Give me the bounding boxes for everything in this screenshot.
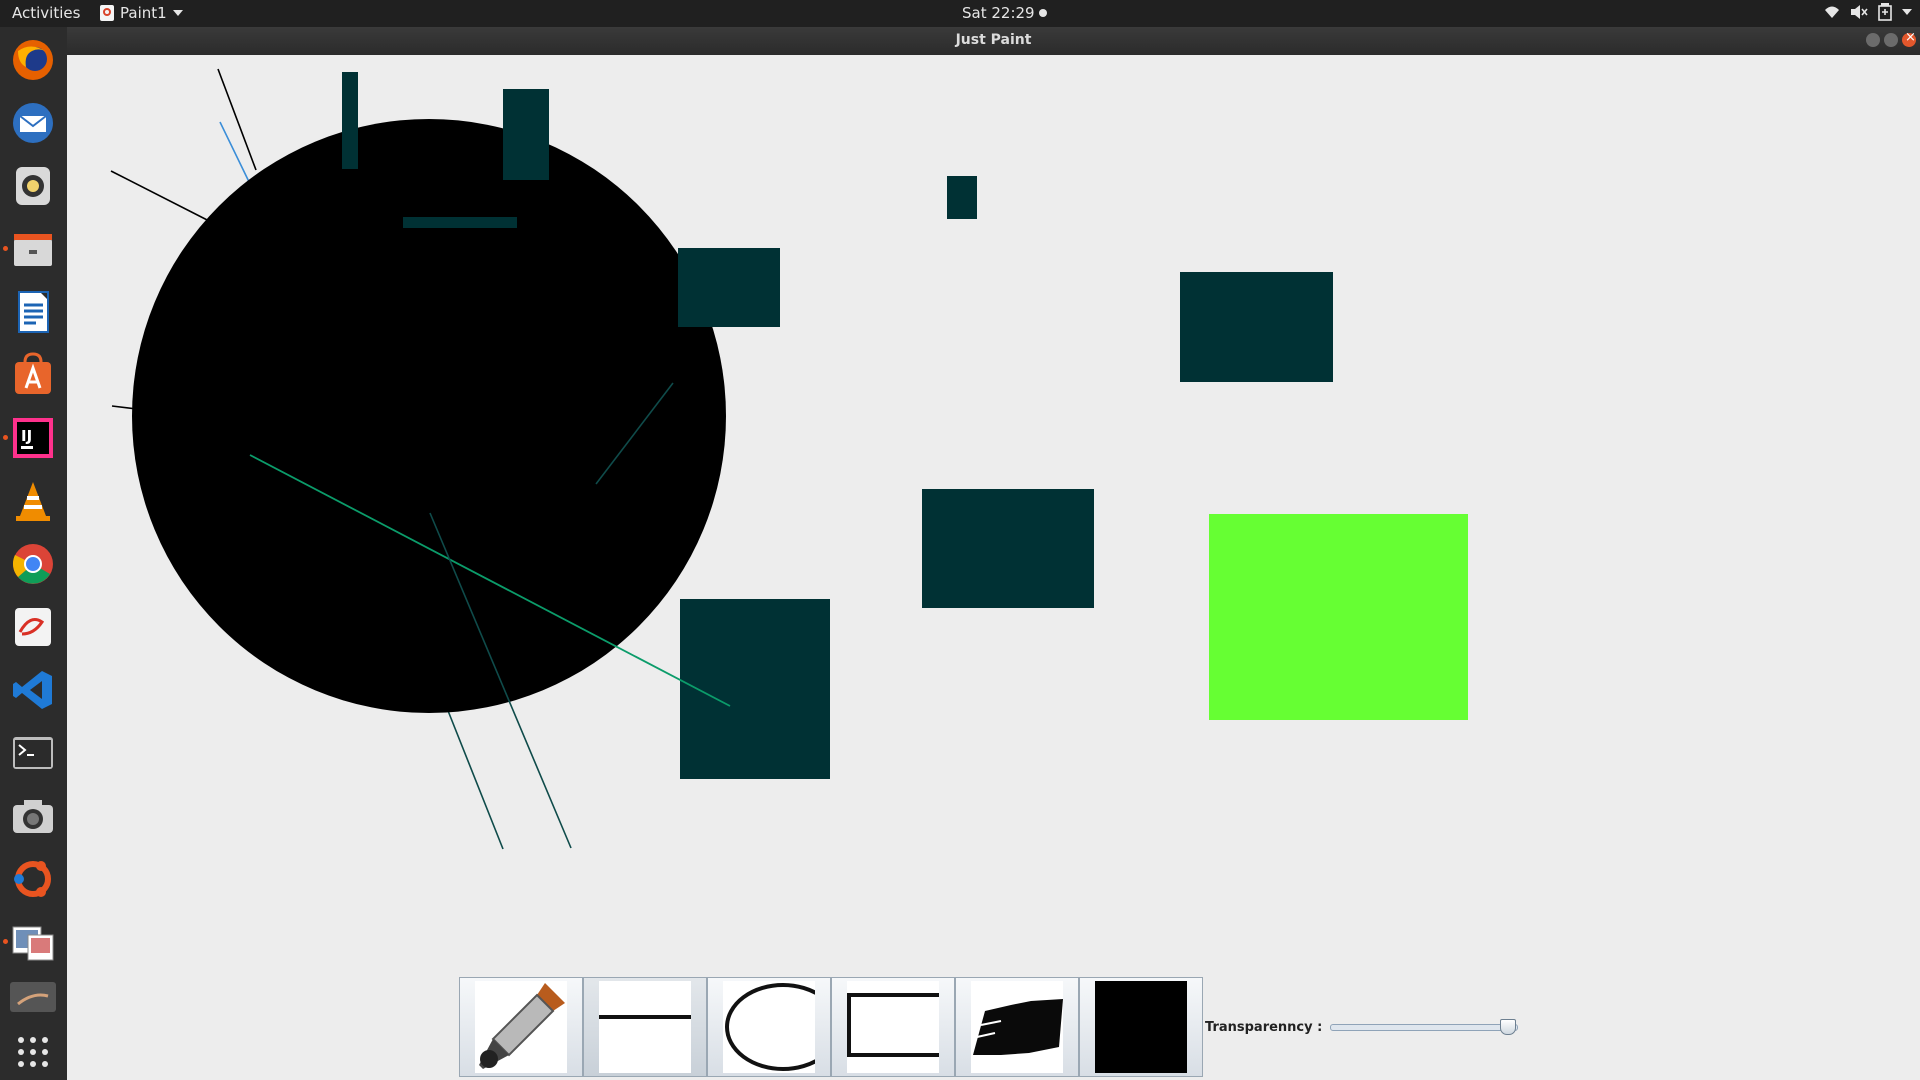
drawn-rectangle — [678, 248, 780, 327]
window-title-bar[interactable]: Just Paint — [67, 27, 1920, 55]
battery-icon[interactable] — [1878, 3, 1892, 21]
drawn-rectangle — [342, 72, 358, 169]
canvas-drawing — [110, 68, 1468, 850]
transparency-slider[interactable] — [1330, 1017, 1520, 1037]
maximize-button[interactable] — [1884, 33, 1898, 47]
drawn-rectangle — [680, 599, 830, 779]
pen-tool-button[interactable] — [459, 977, 583, 1077]
top-bar: Activities Paint1 Sat 22:29 — [0, 0, 1920, 27]
evince-icon[interactable] — [10, 604, 56, 650]
rectangle-tool-button[interactable] — [831, 977, 955, 1077]
wifi-icon[interactable] — [1824, 4, 1840, 20]
activities-button[interactable]: Activities — [12, 4, 80, 22]
brush-tool-button[interactable] — [955, 977, 1079, 1077]
drawing-canvas[interactable] — [67, 55, 1920, 1080]
fountain-pen-icon — [479, 983, 565, 1069]
drawn-rectangle — [403, 217, 517, 228]
firefox-icon[interactable] — [10, 37, 56, 83]
ellipse-tool-button[interactable] — [707, 977, 831, 1077]
show-apps-icon[interactable] — [10, 1029, 56, 1075]
minimize-button[interactable] — [1866, 33, 1880, 47]
thunderbird-icon[interactable] — [10, 100, 56, 146]
system-menu-chevron-icon[interactable] — [1902, 9, 1912, 15]
app-running-icon[interactable] — [10, 982, 56, 1012]
drawn-line — [110, 170, 218, 226]
transparency-label: Transparenncy : — [1205, 1019, 1323, 1035]
rectangle-icon — [847, 993, 939, 1057]
ubuntu-help-icon[interactable] — [10, 856, 56, 902]
svg-text:IJ: IJ — [21, 427, 32, 445]
app-menu-label: Paint1 — [120, 4, 167, 22]
slider-track[interactable] — [1330, 1024, 1519, 1031]
terminal-icon[interactable] — [10, 730, 56, 776]
app-menu[interactable]: Paint1 — [100, 4, 183, 22]
running-indicator — [3, 246, 8, 251]
line-tool-button[interactable] — [583, 977, 707, 1077]
drawn-rectangle — [503, 89, 549, 180]
notification-dot-icon — [1038, 9, 1047, 17]
intellij-icon[interactable]: IJ — [3, 415, 56, 461]
filled-square-icon — [1095, 981, 1187, 1073]
system-tray[interactable] — [1824, 3, 1912, 21]
dock: IJ — [0, 27, 67, 1080]
clock[interactable]: Sat 22:29 — [962, 4, 1047, 22]
drawn-line — [217, 68, 257, 171]
window-title: Just Paint — [955, 32, 1032, 48]
drawn-rectangle — [1209, 514, 1468, 720]
writer-icon[interactable] — [10, 289, 56, 335]
vscode-icon[interactable] — [10, 667, 56, 713]
chevron-down-icon — [172, 10, 183, 16]
slider-thumb[interactable] — [1500, 1019, 1517, 1035]
drawn-rectangle — [1180, 272, 1333, 382]
drawn-line — [219, 121, 253, 189]
drawn-rectangle — [922, 489, 1094, 608]
rhythmbox-icon[interactable] — [10, 163, 56, 209]
drawn-circle — [132, 119, 726, 713]
software-center-icon[interactable] — [10, 352, 56, 398]
running-indicator — [3, 939, 8, 944]
fill-tool-button[interactable] — [1079, 977, 1203, 1077]
clock-text: Sat 22:29 — [962, 4, 1035, 22]
ellipse-icon — [725, 983, 815, 1071]
running-indicator — [3, 435, 8, 440]
brush-stroke-icon — [973, 999, 1063, 1055]
java-app-icon — [100, 5, 114, 21]
volume-muted-icon[interactable] — [1850, 4, 1868, 20]
line-icon — [599, 1015, 691, 1019]
chrome-icon[interactable] — [10, 541, 56, 587]
close-button[interactable] — [1902, 30, 1916, 47]
drawn-rectangle — [947, 176, 977, 219]
image-viewer-icon[interactable] — [3, 919, 56, 965]
tool-palette: Transparenncy : — [459, 974, 1520, 1080]
vlc-icon[interactable] — [10, 478, 56, 524]
files-icon[interactable] — [3, 226, 56, 272]
camera-icon[interactable] — [10, 793, 56, 839]
